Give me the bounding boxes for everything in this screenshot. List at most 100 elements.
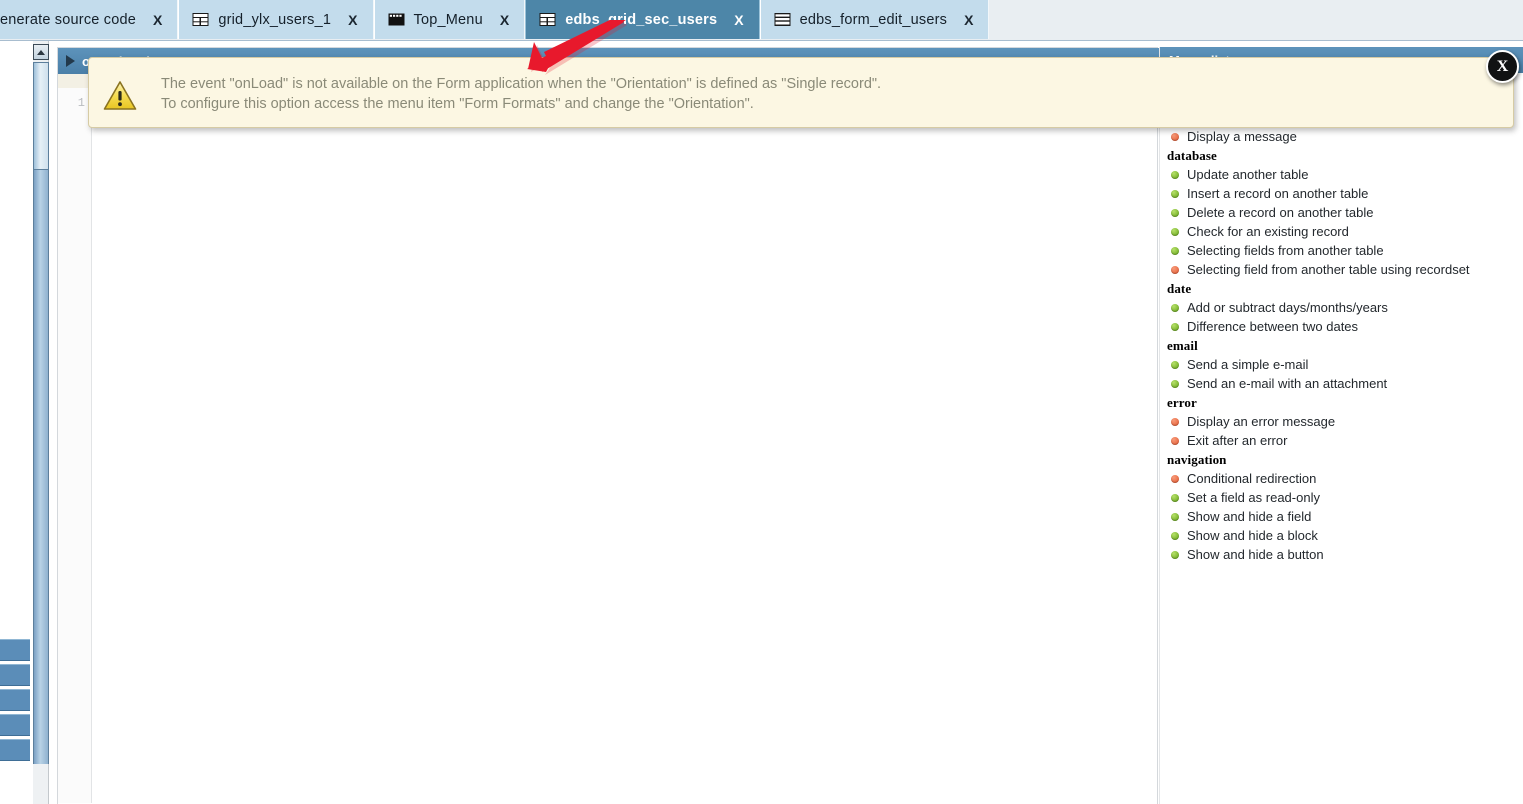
- macro-list-item[interactable]: Display an error message: [1160, 412, 1523, 431]
- status-dot-green-icon: [1171, 189, 1179, 198]
- vertical-scrollbar-lower-track[interactable]: [33, 170, 80, 764]
- tab-close-icon[interactable]: X: [962, 12, 975, 28]
- macro-item-label: Selecting fields from another table: [1187, 243, 1384, 258]
- status-dot-red-icon: [1171, 132, 1179, 141]
- macro-list-item[interactable]: Selecting fields from another table: [1160, 241, 1523, 260]
- macro-item-label: Show and hide a button: [1187, 547, 1324, 562]
- expand-triangle-icon[interactable]: [66, 55, 75, 67]
- status-dot-green-icon: [1171, 550, 1179, 559]
- status-dot-red-icon: [1171, 417, 1179, 426]
- macro-item-label: Show and hide a field: [1187, 509, 1312, 524]
- macro-item-label: Add or subtract days/months/years: [1187, 300, 1388, 315]
- status-dot-green-icon: [1171, 512, 1179, 521]
- macro-group-title: email: [1167, 338, 1198, 353]
- macro-list-item[interactable]: Show and hide a button: [1160, 545, 1523, 564]
- tab-close-icon[interactable]: X: [151, 12, 164, 28]
- form-icon: [774, 13, 791, 26]
- macro-list-item[interactable]: Send a simple e-mail: [1160, 355, 1523, 374]
- macro-group-title: database: [1167, 148, 1217, 163]
- tab-label: Top_Menu: [413, 11, 483, 28]
- side-block-button[interactable]: [0, 639, 30, 661]
- macro-item-label: Send a simple e-mail: [1187, 357, 1309, 372]
- macro-list-item[interactable]: Set a field as read-only: [1160, 488, 1523, 507]
- status-dot-red-icon: [1171, 436, 1179, 445]
- macro-list-item[interactable]: Conditional redirection: [1160, 469, 1523, 488]
- tab-edbs_form_edit_users[interactable]: edbs_form_edit_users X: [759, 0, 990, 39]
- macro-item-label: Selecting field from another table using…: [1187, 262, 1470, 277]
- left-rail: [0, 41, 33, 804]
- macro-list-item[interactable]: Add or subtract days/months/years: [1160, 298, 1523, 317]
- line-number: 1: [77, 96, 85, 110]
- grid-icon: [539, 13, 556, 26]
- macro-list-item[interactable]: Check for an existing record: [1160, 222, 1523, 241]
- macro-list-item[interactable]: Show and hide a field: [1160, 507, 1523, 526]
- tab-grid_ylx_users_1[interactable]: grid_ylx_users_1 X: [178, 0, 374, 39]
- macro-list-item[interactable]: Update another table: [1160, 165, 1523, 184]
- warning-dialog: The event "onLoad" is not available on t…: [88, 57, 1514, 128]
- macro-group-title: date: [1167, 281, 1192, 296]
- tab-label: grid_ylx_users_1: [218, 11, 332, 28]
- warning-triangle-icon: [89, 58, 151, 111]
- status-dot-green-icon: [1171, 322, 1179, 331]
- macro-item-label: Difference between two dates: [1187, 319, 1359, 334]
- status-dot-green-icon: [1171, 379, 1179, 388]
- macro-item-label: Display an error message: [1187, 414, 1336, 429]
- code-text-area[interactable]: [93, 88, 1157, 803]
- macro-list-panel: Macro list Display a messagedatabaseUpda…: [1159, 47, 1523, 804]
- status-dot-red-icon: [1171, 265, 1179, 274]
- side-block-button[interactable]: [0, 739, 30, 761]
- status-dot-green-icon: [1171, 170, 1179, 179]
- grid-icon: [192, 13, 209, 26]
- macro-list-item[interactable]: Exit after an error: [1160, 431, 1523, 450]
- side-block-button[interactable]: [0, 664, 30, 686]
- side-block-button[interactable]: [0, 689, 30, 711]
- macro-group-title: navigation: [1167, 452, 1227, 467]
- macro-item-label: Conditional redirection: [1187, 471, 1317, 486]
- tab-bar: enerate source code Xgrid_ylx_users_1 X Top…: [0, 0, 1523, 41]
- side-block-button[interactable]: [0, 714, 30, 736]
- macro-item-label: Set a field as read-only: [1187, 490, 1320, 505]
- script-editor-pane: onScriptInit 1: [57, 47, 1159, 804]
- tab-close-icon[interactable]: X: [346, 12, 359, 28]
- tab-enerate-source-code[interactable]: enerate source code X: [0, 0, 179, 39]
- status-dot-green-icon: [1171, 208, 1179, 217]
- macro-item-label: Display a message: [1187, 129, 1297, 144]
- tab-top_menu[interactable]: Top_Menu X: [373, 0, 526, 39]
- status-dot-green-icon: [1171, 246, 1179, 255]
- macro-group-title: error: [1167, 395, 1197, 410]
- macro-list-item[interactable]: Send an e-mail with an attachment: [1160, 374, 1523, 393]
- status-dot-green-icon: [1171, 493, 1179, 502]
- macro-list-item[interactable]: Display a message: [1160, 127, 1523, 146]
- tab-close-icon[interactable]: X: [498, 12, 511, 28]
- status-dot-green-icon: [1171, 303, 1179, 312]
- warning-message: The event "onLoad" is not available on t…: [151, 58, 881, 114]
- tab-label: edbs_grid_sec_users: [565, 11, 718, 28]
- status-dot-green-icon: [1171, 360, 1179, 369]
- status-dot-green-icon: [1171, 531, 1179, 540]
- side-block-list: [0, 639, 30, 804]
- macro-item-label: Delete a record on another table: [1187, 205, 1374, 220]
- macro-list: Display a message database Update another …: [1160, 127, 1523, 564]
- vertical-scrollbar-thumb[interactable]: [33, 62, 49, 170]
- scroll-up-arrow-icon[interactable]: [33, 44, 49, 60]
- macro-list-item[interactable]: Insert a record on another table: [1160, 184, 1523, 203]
- macro-item-label: Exit after an error: [1187, 433, 1288, 448]
- macro-list-item[interactable]: Difference between two dates: [1160, 317, 1523, 336]
- macro-item-label: Send an e-mail with an attachment: [1187, 376, 1388, 391]
- warning-line-2: To configure this option access the menu…: [161, 95, 754, 112]
- macro-list-item[interactable]: Show and hide a block: [1160, 526, 1523, 545]
- tab-label: enerate source code: [0, 11, 136, 28]
- macro-list-item[interactable]: Delete a record on another table: [1160, 203, 1523, 222]
- tab-edbs_grid_sec_users[interactable]: edbs_grid_sec_users X: [525, 0, 760, 39]
- line-number-gutter: 1: [58, 88, 92, 803]
- macro-list-item[interactable]: Selecting field from another table using…: [1160, 260, 1523, 279]
- status-dot-red-icon: [1171, 474, 1179, 483]
- warning-line-1: The event "onLoad" is not available on t…: [161, 76, 882, 92]
- menu-icon: [388, 13, 405, 26]
- tab-close-icon[interactable]: X: [732, 12, 745, 28]
- close-button[interactable]: X: [1486, 50, 1519, 83]
- macro-item-label: Show and hide a block: [1187, 528, 1318, 543]
- macro-item-label: Insert a record on another table: [1187, 186, 1369, 201]
- status-dot-green-icon: [1171, 227, 1179, 236]
- macro-item-label: Update another table: [1187, 167, 1309, 182]
